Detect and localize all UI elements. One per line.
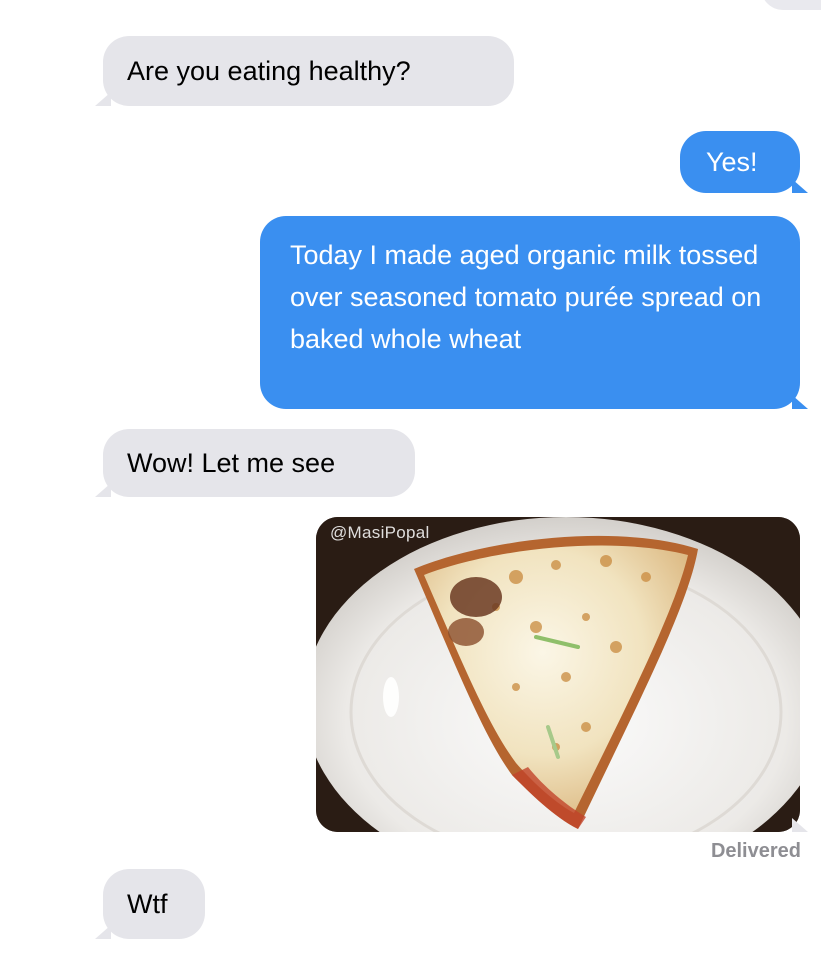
photo-message[interactable]: @MasiPopal xyxy=(316,517,800,832)
message-thread: Are you eating healthy? Yes! Today I mad… xyxy=(0,0,821,979)
message-text: Yes! xyxy=(706,147,758,177)
message-bubble-sent[interactable]: Today I made aged organic milk tossed ov… xyxy=(260,216,808,409)
message-text: Today I made aged organic milk tossed ov… xyxy=(290,240,762,354)
bubble-tail xyxy=(95,483,111,497)
bubble-tail xyxy=(792,818,808,832)
bubble-tail xyxy=(95,92,111,106)
message-text: Wtf xyxy=(127,889,168,919)
message-text: Wow! Let me see xyxy=(127,448,336,478)
message-text: Are you eating healthy? xyxy=(127,56,411,86)
delivered-status: Delivered xyxy=(710,840,801,862)
bubble-tail xyxy=(792,395,808,409)
previous-message-fragment xyxy=(761,0,821,10)
message-bubble-received[interactable]: Are you eating healthy? xyxy=(95,36,514,106)
message-bubble-sent[interactable]: Yes! xyxy=(680,131,808,193)
message-bubble-received[interactable]: Wtf xyxy=(95,869,205,939)
bubble-tail xyxy=(95,925,111,939)
message-bubble-received[interactable]: Wow! Let me see xyxy=(95,429,415,497)
watermark-text: @MasiPopal xyxy=(330,523,430,542)
bubble-tail xyxy=(792,179,808,193)
pizza-photo xyxy=(316,517,800,832)
